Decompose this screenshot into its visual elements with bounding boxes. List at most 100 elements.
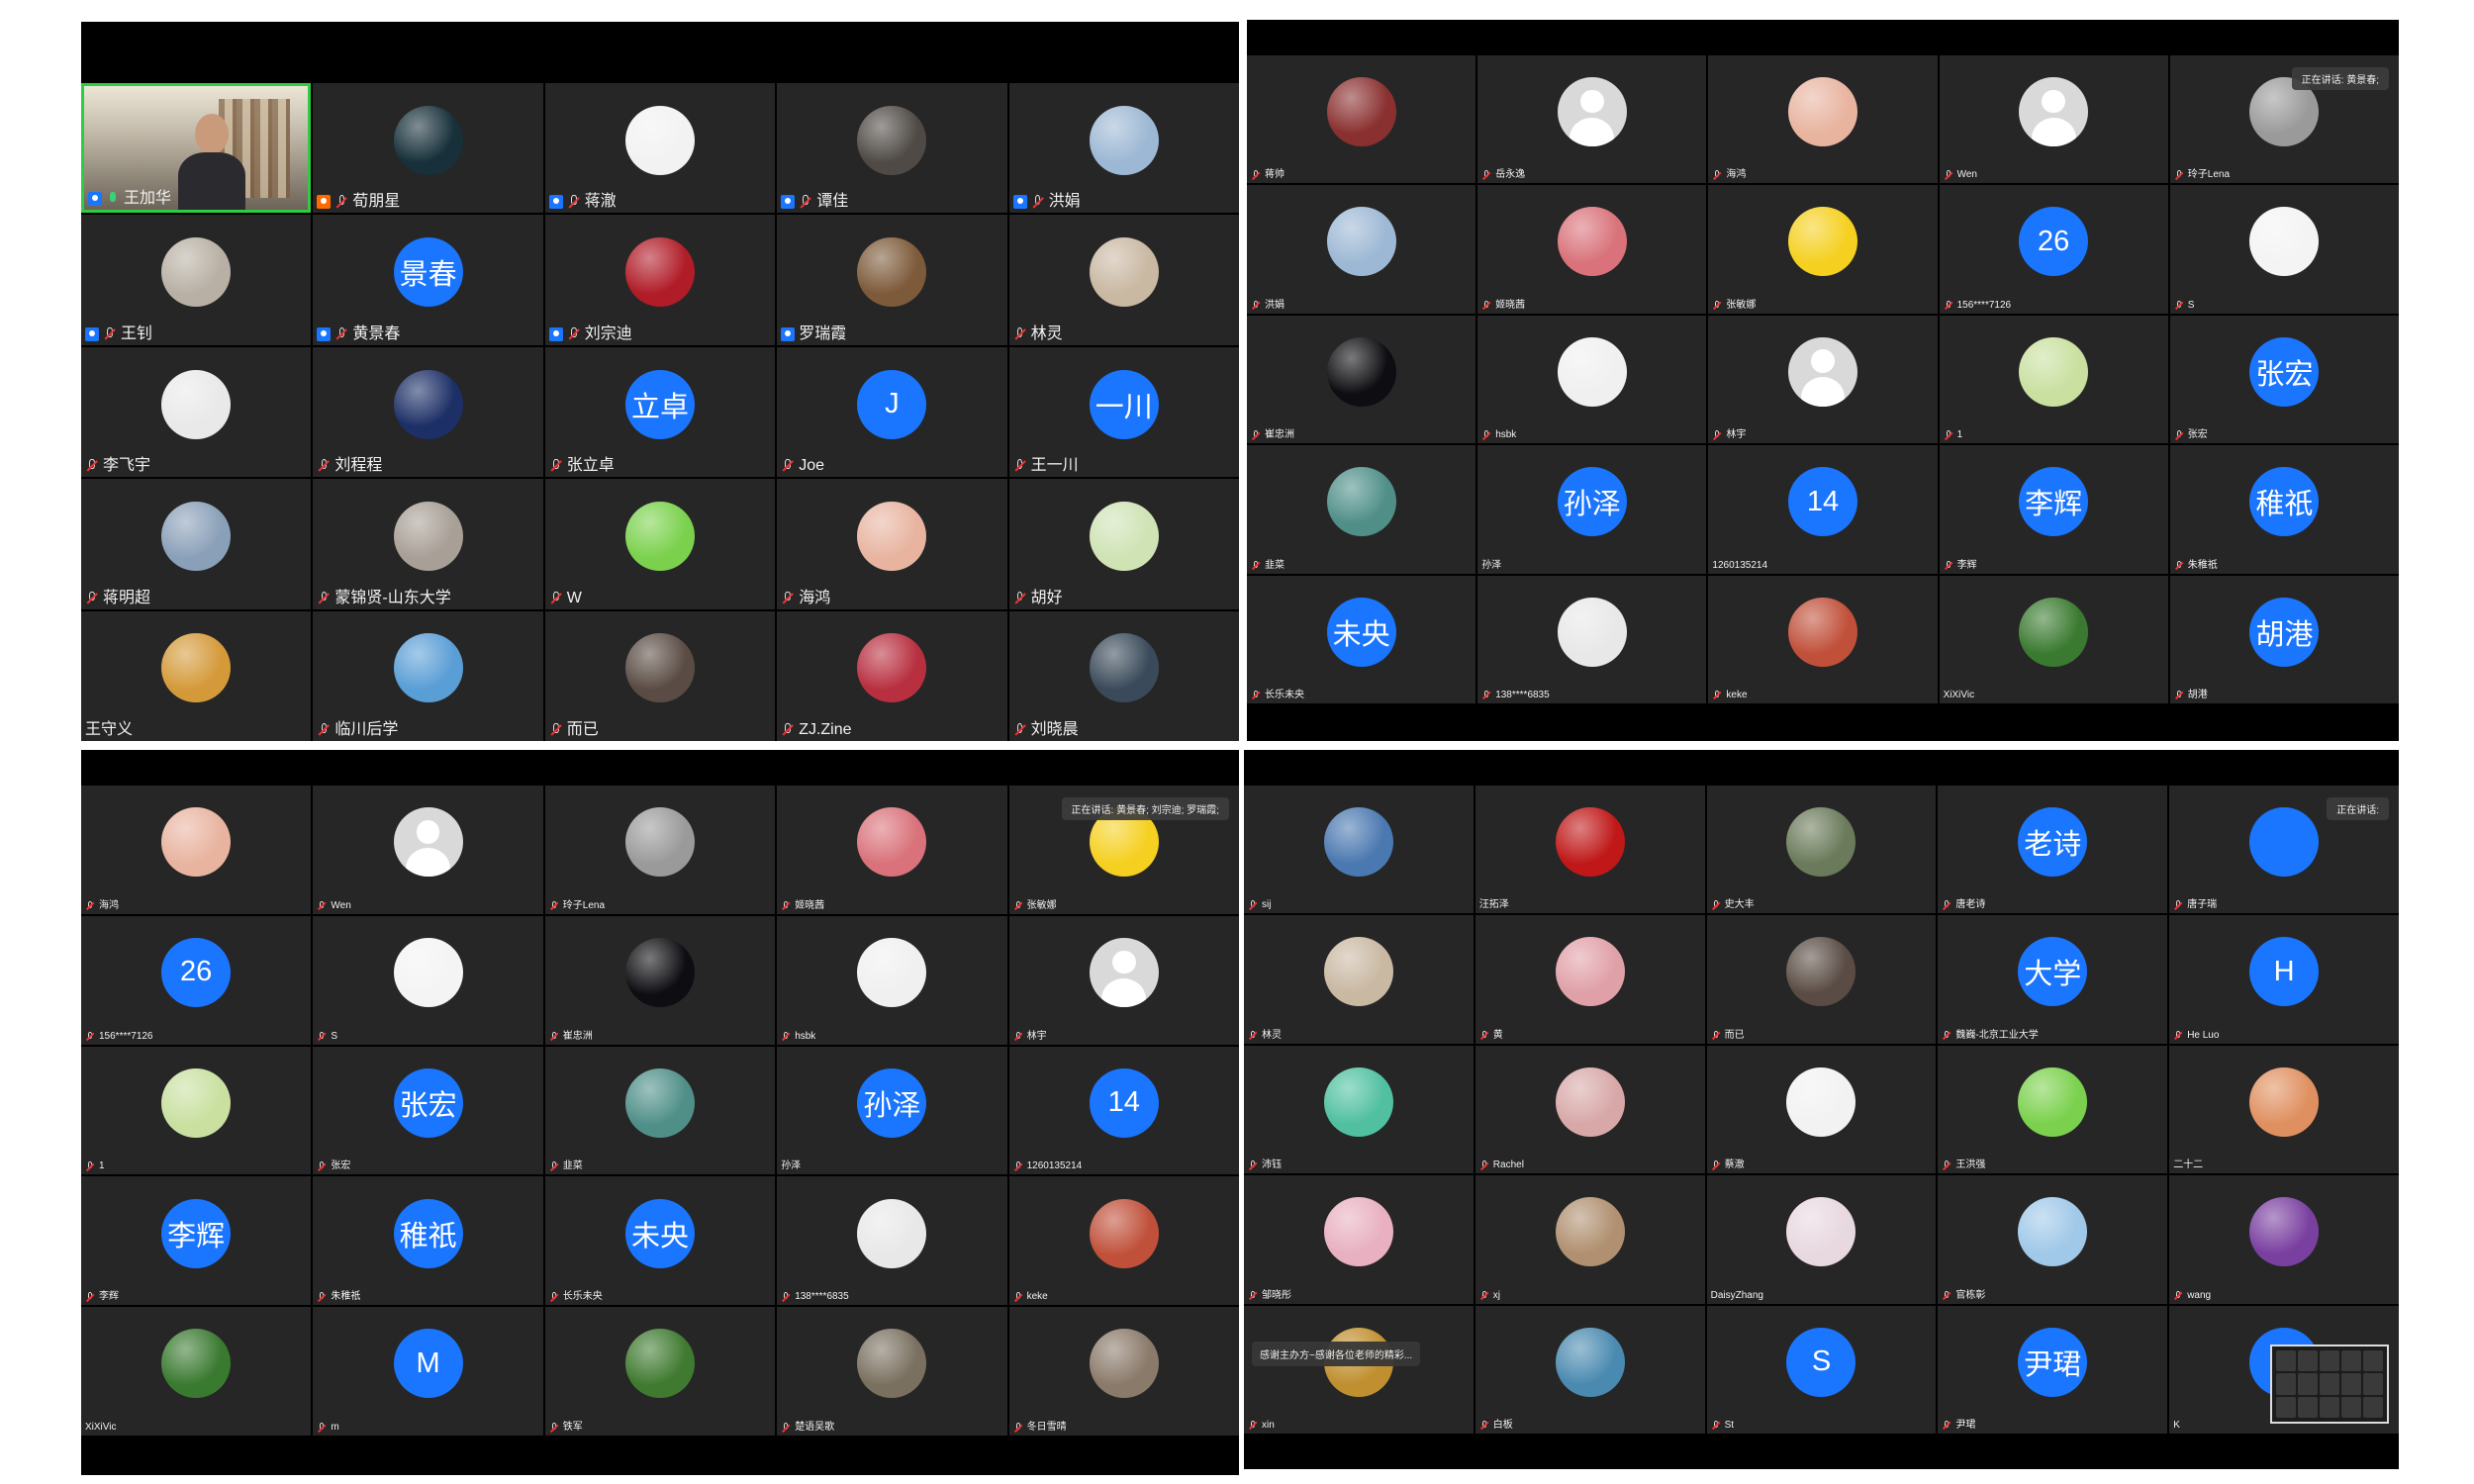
gallery-thumbnail-preview[interactable] (2270, 1344, 2389, 1424)
participant-tile[interactable]: 孙泽 孙泽 (777, 1046, 1007, 1175)
participant-tile[interactable]: 韭菜 (1247, 445, 1476, 574)
participant-tile[interactable]: 史大丰 (1706, 786, 1937, 914)
participant-tile[interactable]: 王加华 (81, 83, 312, 214)
participant-tile[interactable]: 14 1260135214 (1008, 1046, 1239, 1175)
participant-tile[interactable]: H He Luo (2169, 915, 2399, 1044)
participant-tile[interactable]: 玲子Lena (544, 786, 776, 914)
participant-tile[interactable]: 王洪强 (1938, 1045, 2168, 1174)
participant-tile[interactable]: 138****6835 (1477, 575, 1707, 703)
participant-tile[interactable]: 胡好 (1008, 479, 1239, 609)
participant-tile[interactable]: 汪拓泽 (1475, 786, 1705, 914)
participant-tile[interactable]: 胡港 胡港 (2169, 575, 2399, 703)
participant-tile[interactable]: 姬晓茜 (777, 786, 1007, 914)
participant-tile[interactable]: 黄 (1475, 915, 1705, 1044)
participant-tile[interactable]: 白板 (1475, 1305, 1705, 1434)
participant-tile[interactable]: 楚语吴歌 (777, 1307, 1007, 1436)
participant-tile[interactable]: 谭佳 (777, 83, 1007, 214)
participant-tile[interactable]: XiXiVic (1939, 575, 2168, 703)
participant-tile[interactable]: 沛钰 (1244, 1045, 1474, 1174)
participant-tile[interactable]: 崔忠洲 (1247, 315, 1476, 444)
participant-tile[interactable]: 洪娟 (1247, 185, 1476, 314)
participant-tile[interactable]: keke (1708, 575, 1938, 703)
participant-tile[interactable]: 官栋彰 (1938, 1175, 2168, 1304)
participant-tile[interactable]: 林灵 (1008, 215, 1239, 345)
participant-tile[interactable]: 蒙锦贤-山东大学 (313, 479, 543, 609)
participant-tile[interactable]: 铁军 (544, 1307, 776, 1436)
participant-tile[interactable]: 李飞宇 (81, 346, 312, 478)
participant-tile[interactable]: 蒋帅 (1247, 55, 1476, 184)
participant-tile[interactable]: 26 156****7126 (81, 915, 312, 1045)
participant-tile[interactable]: Wen (1939, 55, 2168, 184)
participant-tile[interactable]: 韭菜 (544, 1046, 776, 1175)
participant-tile[interactable]: S St (1706, 1305, 1937, 1434)
participant-tile[interactable]: hsbk (1477, 315, 1707, 444)
participant-tile[interactable]: 而已 (1706, 915, 1937, 1044)
participant-tile[interactable]: 李辉 李辉 (81, 1176, 312, 1306)
participant-tile[interactable]: 稚祇 朱稚祇 (2169, 445, 2399, 574)
participant-tile[interactable]: 岳永逸 (1477, 55, 1707, 184)
participant-tile[interactable]: 未央 长乐未央 (544, 1176, 776, 1306)
participant-tile[interactable]: 尹珺 尹珺 (1938, 1305, 2168, 1434)
participant-tile[interactable]: 1 (1939, 315, 2168, 444)
participant-tile[interactable]: 而已 (544, 610, 776, 741)
participant-tile[interactable]: 26 156****7126 (1939, 185, 2168, 314)
participant-tile[interactable]: 老诗 唐老诗 (1938, 786, 2168, 914)
participant-tile[interactable]: 海鸿 (1708, 55, 1938, 184)
participant-tile[interactable]: S (313, 915, 543, 1045)
participant-tile[interactable]: 林宇 (1008, 915, 1239, 1045)
participant-tile[interactable]: Wen (313, 786, 543, 914)
participant-tile[interactable]: 唐子瑞 正在讲话: (2169, 786, 2399, 914)
participant-tile[interactable]: 1 (81, 1046, 312, 1175)
participant-tile[interactable]: 荀朋星 (313, 83, 543, 214)
participant-tile[interactable]: Mm (313, 1307, 543, 1436)
participant-tile[interactable]: 景春 黄景春 (313, 215, 543, 345)
participant-tile[interactable]: 海鸿 (777, 479, 1007, 609)
participant-tile[interactable]: 张敏娜 (1708, 185, 1938, 314)
participant-tile[interactable]: W (544, 479, 776, 609)
participant-tile[interactable]: xj (1475, 1175, 1705, 1304)
participant-tile[interactable]: 刘晓晨 (1008, 610, 1239, 741)
participant-tile[interactable]: sij (1244, 786, 1474, 914)
participant-tile[interactable]: 罗瑞霞 (777, 215, 1007, 345)
participant-tile[interactable]: 大学 魏巍-北京工业大学 (1938, 915, 2168, 1044)
participant-tile[interactable]: 稚祇 朱稚祇 (313, 1176, 543, 1306)
participant-tile[interactable]: Rachel (1475, 1045, 1705, 1174)
participant-tile[interactable]: 林灵 (1244, 915, 1474, 1044)
participant-tile[interactable]: 蒋明超 (81, 479, 312, 609)
participant-tile[interactable]: 崔忠洲 (544, 915, 776, 1045)
participant-tile[interactable]: hsbk (777, 915, 1007, 1045)
participant-tile[interactable]: 李辉 李辉 (1939, 445, 2168, 574)
participant-tile[interactable]: xin 感谢主办方~感谢各位老师的精彩... (1244, 1305, 1474, 1434)
participant-tile[interactable]: 海鸿 (81, 786, 312, 914)
participant-tile[interactable]: 孙泽 孙泽 (1477, 445, 1707, 574)
participant-tile[interactable]: K (2169, 1305, 2399, 1434)
participant-tile[interactable]: 刘程程 (313, 346, 543, 478)
participant-tile[interactable]: ZJ.Zine (777, 610, 1007, 741)
participant-tile[interactable]: 蒋澈 (544, 83, 776, 214)
participant-tile[interactable]: 洪娟 (1008, 83, 1239, 214)
participant-tile[interactable]: 王守义 (81, 610, 312, 741)
participant-tile[interactable]: 张宏 张宏 (313, 1046, 543, 1175)
participant-tile[interactable]: J Joe (777, 346, 1007, 478)
participant-tile[interactable]: S (2169, 185, 2399, 314)
participant-tile[interactable]: 玲子Lena 正在讲话: 黄景春; (2169, 55, 2399, 184)
participant-tile[interactable]: 立卓 张立卓 (544, 346, 776, 478)
participant-tile[interactable]: XiXiVic (81, 1307, 312, 1436)
participant-tile[interactable]: 蔡澈 (1706, 1045, 1937, 1174)
participant-tile[interactable]: 一川 王一川 (1008, 346, 1239, 478)
participant-tile[interactable]: 14 1260135214 (1708, 445, 1938, 574)
participant-tile[interactable]: keke (1008, 1176, 1239, 1306)
participant-tile[interactable]: 邹晓彤 (1244, 1175, 1474, 1304)
participant-tile[interactable]: 张敏娜 正在讲话: 黄景春; 刘宗迪; 罗瑞霞; (1008, 786, 1239, 914)
participant-tile[interactable]: 未央 长乐未央 (1247, 575, 1476, 703)
participant-tile[interactable]: 138****6835 (777, 1176, 1007, 1306)
chat-message-popup[interactable]: 感谢主办方~感谢各位老师的精彩... (1252, 1341, 1421, 1366)
participant-tile[interactable]: 刘宗迪 (544, 215, 776, 345)
participant-tile[interactable]: DaisyZhang (1706, 1175, 1937, 1304)
participant-tile[interactable]: 临川后学 (313, 610, 543, 741)
participant-tile[interactable]: 姬晓茜 (1477, 185, 1707, 314)
participant-tile[interactable]: wang (2169, 1175, 2399, 1304)
participant-tile[interactable]: 张宏 张宏 (2169, 315, 2399, 444)
participant-tile[interactable]: 冬日雪晴 (1008, 1307, 1239, 1436)
participant-tile[interactable]: 二十二 (2169, 1045, 2399, 1174)
